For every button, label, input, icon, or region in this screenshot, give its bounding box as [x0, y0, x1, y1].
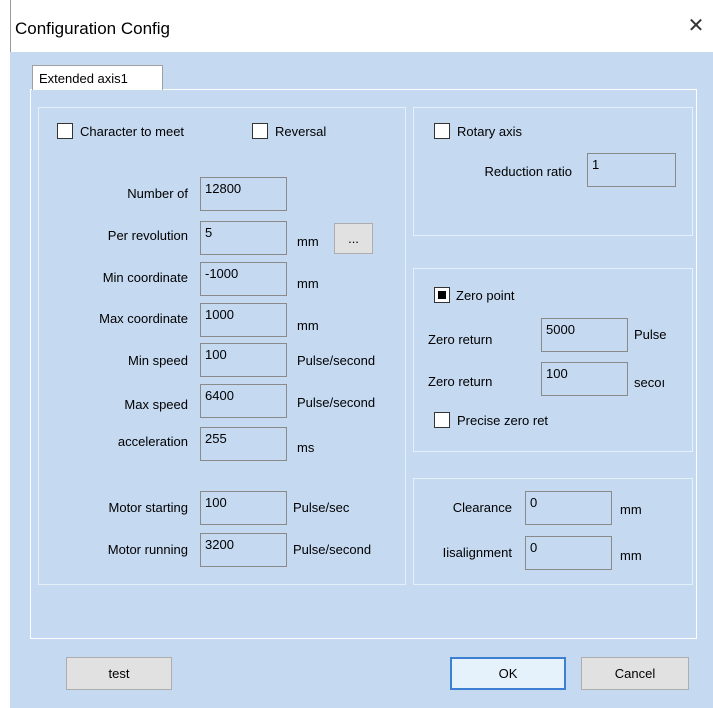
zero-return-speed-unit: Pulse — [634, 327, 667, 342]
misalignment-input[interactable]: 0 — [525, 536, 612, 570]
test-button[interactable]: test — [66, 657, 172, 690]
clearance-input[interactable]: 0 — [525, 491, 612, 525]
motor-starting-unit: Pulse/sec — [293, 500, 350, 515]
per-revolution-input[interactable]: 5 — [200, 221, 287, 255]
character-to-meet-checkbox[interactable] — [57, 123, 73, 139]
clearance-label: Clearance — [452, 500, 512, 515]
max-speed-label: Max speed — [124, 397, 188, 412]
min-coordinate-input[interactable]: -1000 — [200, 262, 287, 296]
character-to-meet-label: Character to meet — [80, 124, 185, 139]
zero-point-label: Zero point — [456, 288, 515, 303]
ok-button[interactable]: OK — [450, 657, 566, 690]
motor-running-input[interactable]: 3200 — [200, 533, 287, 567]
precise-zero-label: Precise zero ret — [457, 413, 549, 428]
misalignment-unit: mm — [620, 548, 642, 563]
rotary-axis-label: Rotary axis — [457, 124, 523, 139]
per-revolution-label: Per revolution — [107, 228, 188, 243]
reduction-ratio-input[interactable]: 1 — [587, 153, 676, 187]
zero-return-time-unit: secoı — [634, 375, 666, 390]
misalignment-label: Iisalignment — [442, 545, 512, 560]
precise-zero-checkbox[interactable] — [434, 412, 450, 428]
max-coordinate-unit: mm — [297, 318, 319, 333]
rotary-axis-checkbox[interactable] — [434, 123, 450, 139]
number-of-label: Number of — [127, 186, 188, 201]
zero-return-speed-label: Zero return — [428, 332, 493, 347]
motor-starting-input[interactable]: 100 — [200, 491, 287, 525]
max-speed-input[interactable]: 6400 — [200, 384, 287, 418]
max-speed-unit: Pulse/second — [297, 395, 376, 410]
min-speed-unit: Pulse/second — [297, 353, 376, 368]
motor-running-unit: Pulse/second — [293, 542, 372, 557]
zero-return-time-label: Zero return — [428, 374, 493, 389]
zero-return-speed-input[interactable]: 5000 — [541, 318, 628, 352]
browse-button[interactable]: ... — [334, 223, 373, 254]
close-icon[interactable]: ✕ — [684, 14, 708, 38]
zero-return-time-input[interactable]: 100 — [541, 362, 628, 396]
acceleration-label: acceleration — [117, 434, 188, 449]
reversal-checkbox[interactable] — [252, 123, 268, 139]
motor-running-label: Motor running — [107, 542, 188, 557]
per-revolution-unit: mm — [297, 234, 319, 249]
window-title: Configuration Config — [15, 19, 170, 38]
min-speed-input[interactable]: 100 — [200, 343, 287, 377]
number-of-input[interactable]: 12800 — [200, 177, 287, 211]
max-coordinate-label: Max coordinate — [99, 311, 188, 326]
reduction-ratio-label: Reduction ratio — [484, 164, 572, 179]
tab-extended-axis1[interactable]: Extended axis1 — [32, 65, 163, 90]
cancel-button[interactable]: Cancel — [581, 657, 689, 690]
zero-point-checkbox[interactable] — [434, 287, 450, 303]
acceleration-input[interactable]: 255 — [200, 427, 287, 461]
min-coordinate-label: Min coordinate — [102, 270, 188, 285]
max-coordinate-input[interactable]: 1000 — [200, 303, 287, 337]
acceleration-unit: ms — [297, 440, 315, 455]
reversal-label: Reversal — [275, 124, 327, 139]
motor-starting-label: Motor starting — [108, 500, 188, 515]
min-coordinate-unit: mm — [297, 276, 319, 291]
min-speed-label: Min speed — [128, 353, 188, 368]
clearance-unit: mm — [620, 502, 642, 517]
